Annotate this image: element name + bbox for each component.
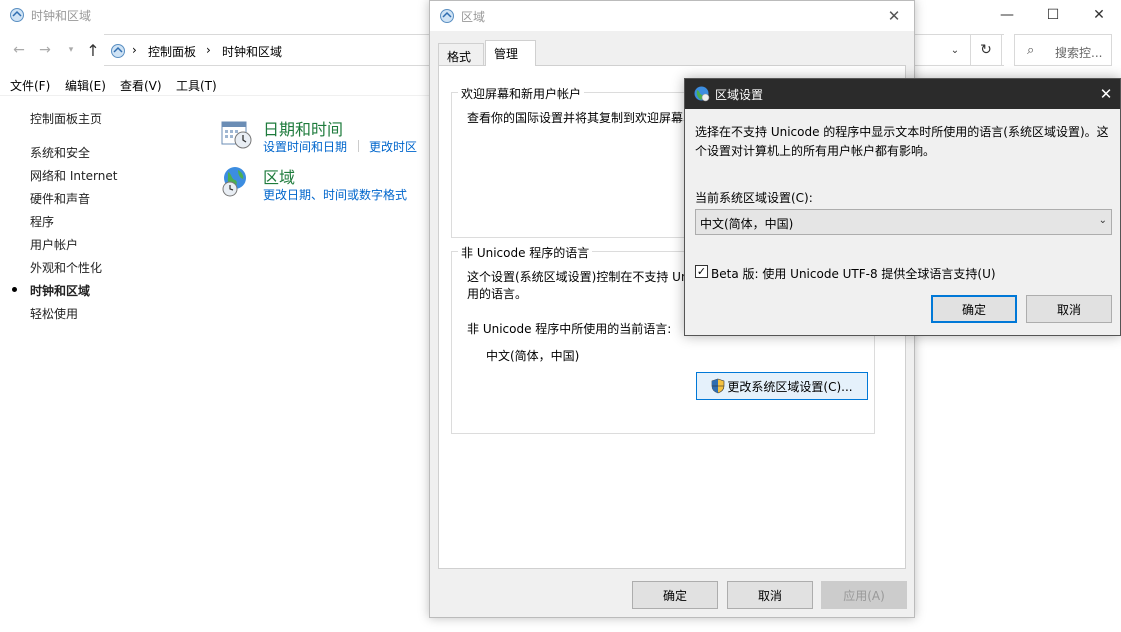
tab-formats[interactable]: 格式 [438, 43, 484, 65]
back-arrow-icon[interactable]: ← [8, 39, 30, 61]
region-settings-title: 区域设置 [715, 88, 764, 102]
apply-button[interactable]: 应用(A) [821, 581, 907, 609]
system-locale-select[interactable]: 中文(简体，中国) ⌄ [695, 209, 1112, 235]
category-title-date-time[interactable]: 日期和时间 [263, 116, 343, 140]
current-language-label: 非 Unicode 程序中所使用的当前语言: [467, 322, 672, 336]
menu-tools[interactable]: 工具(T) [176, 77, 217, 94]
cancel-button[interactable]: 取消 [727, 581, 813, 609]
cancel-button[interactable]: 取消 [1026, 295, 1112, 323]
search-input[interactable]: ⌕ 搜索控... [1014, 34, 1112, 66]
menu-file[interactable]: 文件(F) [10, 77, 50, 94]
change-system-locale-label: 更改系统区域设置(C)... [727, 379, 853, 394]
region-globe-icon [694, 86, 710, 102]
welcome-group-title: 欢迎屏幕和新用户帐户 [458, 85, 585, 102]
system-locale-value: 中文(简体，中国) [700, 217, 794, 231]
sidebar-item-clock-region[interactable]: 时钟和区域 [30, 282, 90, 299]
tab-administrative[interactable]: 管理 [485, 40, 536, 66]
up-arrow-icon[interactable]: ↑ [82, 39, 104, 61]
category-region: 区域 更改日期、时间或数字格式 [219, 164, 429, 204]
ok-button[interactable]: 确定 [931, 295, 1017, 323]
sidebar-item-system-security[interactable]: 系统和安全 [30, 144, 90, 161]
sidebar-item-home[interactable]: 控制面板主页 [30, 110, 102, 127]
window-title: 时钟和区域 [31, 9, 92, 23]
menu-view[interactable]: 查看(V) [120, 77, 162, 94]
link-change-formats[interactable]: 更改日期、时间或数字格式 [263, 186, 407, 203]
region-globe-icon [440, 9, 454, 23]
uac-shield-icon [712, 378, 725, 394]
sidebar-item-appearance[interactable]: 外观和个性化 [30, 259, 102, 276]
region-settings-dialog: 区域设置 ✕ 选择在不支持 Unicode 的程序中显示文本时所使用的语言(系统… [684, 78, 1121, 336]
chevron-down-icon: ⌄ [1098, 215, 1107, 226]
control-panel-icon [10, 8, 24, 22]
breadcrumb-separator: › [206, 43, 211, 57]
link-change-timezone[interactable]: 更改时区 [369, 138, 417, 155]
minimize-button[interactable]: — [984, 0, 1030, 30]
welcome-group-text: 查看你的国际设置并将其复制到欢迎屏幕、 [467, 111, 696, 125]
calendar-clock-icon [221, 121, 252, 149]
breadcrumb-separator: › [132, 43, 137, 57]
menu-edit[interactable]: 编辑(E) [65, 77, 106, 94]
control-panel-icon [111, 44, 125, 58]
non-unicode-text-line2: 用的语言。 [467, 287, 528, 301]
current-system-locale-label: 当前系统区域设置(C): [695, 191, 813, 205]
category-date-time: 日期和时间 设置时间和日期 更改时区 [219, 116, 429, 156]
link-separator [358, 140, 359, 152]
search-icon: ⌕ [1027, 43, 1035, 58]
close-button[interactable]: ✕ [1076, 0, 1121, 30]
region-settings-description: 选择在不支持 Unicode 的程序中显示文本时所使用的语言(系统区域设置)。这… [695, 125, 1109, 158]
link-set-time-date[interactable]: 设置时间和日期 [263, 138, 347, 155]
maximize-button[interactable]: ☐ [1030, 0, 1076, 30]
sidebar-item-network[interactable]: 网络和 Internet [30, 167, 117, 184]
beta-utf8-checkbox[interactable]: ✓ [695, 265, 708, 278]
search-placeholder: 搜索控... [1055, 46, 1103, 60]
breadcrumb-clock-region[interactable]: 时钟和区域 [222, 43, 282, 60]
category-title-region[interactable]: 区域 [263, 164, 295, 188]
region-settings-title-bar: 区域设置 ✕ [685, 79, 1120, 109]
sidebar-item-user-accounts[interactable]: 用户帐户 [30, 236, 78, 253]
refresh-icon[interactable]: ↻ [970, 34, 1002, 66]
sidebar-item-programs[interactable]: 程序 [30, 213, 54, 230]
region-dialog-title: 区域 [461, 10, 486, 24]
sidebar-item-hardware-sound[interactable]: 硬件和声音 [30, 190, 90, 207]
non-unicode-text-line1: 这个设置(系统区域设置)控制在不支持 Uni [467, 270, 692, 284]
close-icon[interactable]: ✕ [882, 5, 906, 27]
current-language-value: 中文(简体，中国) [486, 349, 580, 363]
non-unicode-group-title: 非 Unicode 程序的语言 [458, 244, 593, 261]
recent-locations-chevron-icon[interactable]: ▾ [60, 39, 82, 61]
breadcrumb-control-panel[interactable]: 控制面板 [148, 43, 196, 60]
region-dialog-title-bar: 区域 ✕ [430, 1, 914, 31]
globe-clock-icon [222, 167, 246, 197]
ok-button[interactable]: 确定 [632, 581, 718, 609]
beta-utf8-label[interactable]: Beta 版: 使用 Unicode UTF-8 提供全球语言支持(U) [711, 265, 996, 282]
forward-arrow-icon[interactable]: → [34, 39, 56, 61]
change-system-locale-button[interactable]: 更改系统区域设置(C)... [696, 372, 868, 400]
sidebar-item-ease-of-access[interactable]: 轻松使用 [30, 305, 78, 322]
active-bullet-icon [12, 287, 17, 292]
close-icon[interactable]: ✕ [1095, 83, 1117, 105]
address-dropdown-chevron-icon[interactable]: ⌄ [940, 34, 970, 66]
